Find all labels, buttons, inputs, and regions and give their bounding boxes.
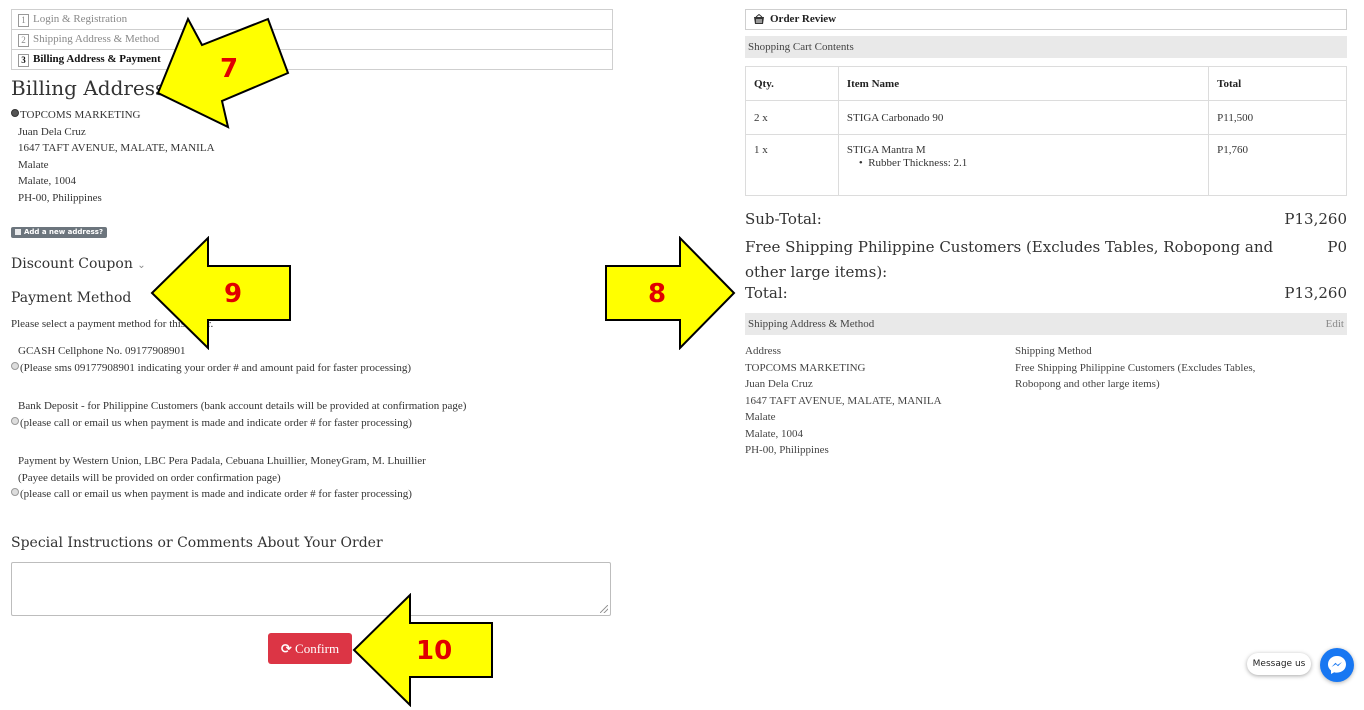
payment-title: Payment Method [11, 290, 132, 306]
comments-title: Special Instructions or Comments About Y… [11, 535, 383, 551]
address-line: Juan Dela Cruz [745, 378, 813, 390]
billing-company: TOPCOMS MARKETING [20, 109, 141, 121]
checkout-steps: 1 Login & Registration 2 Shipping Address … [11, 9, 613, 70]
payment-option-title: Payment by Western Union, LBC Pera Padal… [18, 455, 426, 467]
message-us-label[interactable]: Message us [1247, 653, 1311, 675]
payment-option-remittance: Payment by Western Union, LBC Pera Padal… [11, 453, 426, 503]
comments-textarea[interactable] [11, 562, 611, 616]
method-line: Robopong and other large items) [1015, 378, 1160, 390]
step-label: Login & Registration [33, 13, 128, 25]
table-row: 2 x STIGA Carbonado 90 P11,500 [745, 100, 1347, 135]
messenger-icon [1328, 656, 1346, 674]
cart-contents-bar: Shopping Cart Contents [745, 36, 1347, 58]
billing-line: PH-00, Philippines [18, 191, 102, 204]
address-line: TOPCOMS MARKETING [745, 361, 866, 374]
address-line: PH-00, Philippines [745, 444, 829, 456]
item-option-text: Rubber Thickness: 2.1 [868, 157, 968, 169]
add-address-button[interactable]: Add a new address? [11, 227, 108, 238]
annotation-arrow-9: 9 [150, 236, 291, 350]
annotation-number: 7 [220, 54, 238, 84]
cell-qty: 2 x [745, 100, 839, 135]
step-number: 2 [18, 34, 29, 47]
step-billing: 3 Billing Address & Payment [12, 49, 612, 69]
resize-handle-icon[interactable] [600, 605, 608, 613]
cell-qty: 1 x [745, 134, 839, 196]
total-label: Total: [745, 284, 788, 302]
table-row: 1 x STIGA Mantra M • Rubber Thickness: 2… [745, 134, 1347, 196]
confirm-label: Confirm [295, 641, 340, 656]
subtotal-value: P13,260 [1284, 210, 1347, 228]
address-heading: Address [745, 345, 782, 357]
table-header-row: Qty. Item Name Total [745, 66, 1347, 101]
address-book-icon [15, 229, 21, 235]
shipping-address-block: Address TOPCOMS MARKETING Juan Dela Cruz… [745, 343, 942, 459]
step-number: 3 [18, 54, 29, 67]
step-login[interactable]: 1 Login & Registration [12, 10, 612, 29]
annotation-number: 9 [224, 279, 242, 309]
method-heading: Shipping Method [1015, 345, 1092, 357]
address-line: Malate [745, 411, 776, 423]
method-line: Free Shipping Philippine Customers (Excl… [1015, 361, 1256, 374]
step-label: Billing Address & Payment [33, 53, 161, 65]
cell-total: P1,760 [1208, 134, 1347, 196]
annotation-number: 10 [416, 636, 452, 666]
column-header: Total [1208, 66, 1347, 101]
address-line: 1647 TAFT AVENUE, MALATE, MANILA [745, 394, 942, 407]
annotation-number: 8 [648, 279, 666, 309]
column-header: Qty. [745, 66, 839, 101]
subtotal-label: Sub-Total: [745, 210, 822, 228]
payment-option-subtitle: (Payee details will be provided on order… [18, 471, 281, 484]
edit-link[interactable]: Edit [1326, 313, 1344, 335]
refresh-icon: ⟳ [280, 642, 292, 657]
payment-radio[interactable] [11, 361, 19, 370]
annotation-arrow-8: 8 [605, 236, 736, 350]
total-value: P13,260 [1284, 284, 1347, 302]
address-radio[interactable] [11, 109, 19, 117]
payment-option-note: (please call or email us when payment is… [20, 416, 412, 429]
payment-option-bank: Bank Deposit - for Philippine Customers … [11, 398, 466, 431]
shipping-section-bar: Shipping Address & Method Edit [745, 313, 1347, 335]
column-header: Item Name [837, 66, 1210, 101]
confirm-button[interactable]: ⟳ Confirm [268, 633, 352, 664]
add-address-label: Add a new address? [24, 228, 104, 236]
item-option: • Rubber Thickness: 2.1 [858, 157, 968, 169]
billing-line: Malate [18, 158, 49, 171]
step-shipping[interactable]: 2 Shipping Address & Method [12, 29, 612, 49]
basket-icon [754, 14, 764, 24]
billing-line: 1647 TAFT AVENUE, MALATE, MANILA [18, 142, 215, 154]
payment-option-note: (Please sms 09177908901 indicating your … [20, 361, 412, 374]
cart-table: Qty. Item Name Total 2 x STIGA Carbonado… [745, 66, 1347, 196]
annotation-arrow-7: 7 [156, 16, 290, 129]
shipping-value: P0 [1327, 238, 1347, 256]
payment-radio[interactable] [11, 416, 19, 425]
chevron-down-icon: ⌄ [137, 260, 146, 271]
address-line: Malate, 1004 [745, 427, 804, 440]
order-review-header: Order Review [745, 9, 1347, 30]
discount-coupon-toggle[interactable]: Discount Coupon ⌄ [11, 256, 146, 272]
billing-line: Malate, 1004 [18, 175, 77, 187]
cell-item-name: STIGA Carbonado 90 [837, 100, 1210, 135]
messenger-button[interactable] [1320, 648, 1354, 682]
payment-radio[interactable] [11, 488, 19, 496]
payment-option-title: Bank Deposit - for Philippine Customers … [18, 400, 467, 412]
order-review-title: Order Review [770, 13, 837, 25]
shipping-label: Free Shipping Philippine Customers (Excl… [745, 238, 1274, 281]
shipping-section-title: Shipping Address & Method [748, 318, 875, 330]
step-number: 1 [18, 14, 29, 27]
billing-title: Billing Address: [11, 76, 173, 100]
coupon-label: Discount Coupon [11, 256, 133, 272]
cell-total: P11,500 [1208, 100, 1347, 135]
step-label: Shipping Address & Method [33, 33, 160, 45]
annotation-arrow-10: 10 [352, 593, 493, 707]
shipping-method-block: Shipping Method Free Shipping Philippine… [1015, 343, 1255, 393]
cell-item: STIGA Mantra M • Rubber Thickness: 2.1 [837, 134, 1210, 196]
cell-item-name: STIGA Mantra M [846, 144, 926, 156]
payment-option-note: (please call or email us when payment is… [20, 488, 412, 500]
